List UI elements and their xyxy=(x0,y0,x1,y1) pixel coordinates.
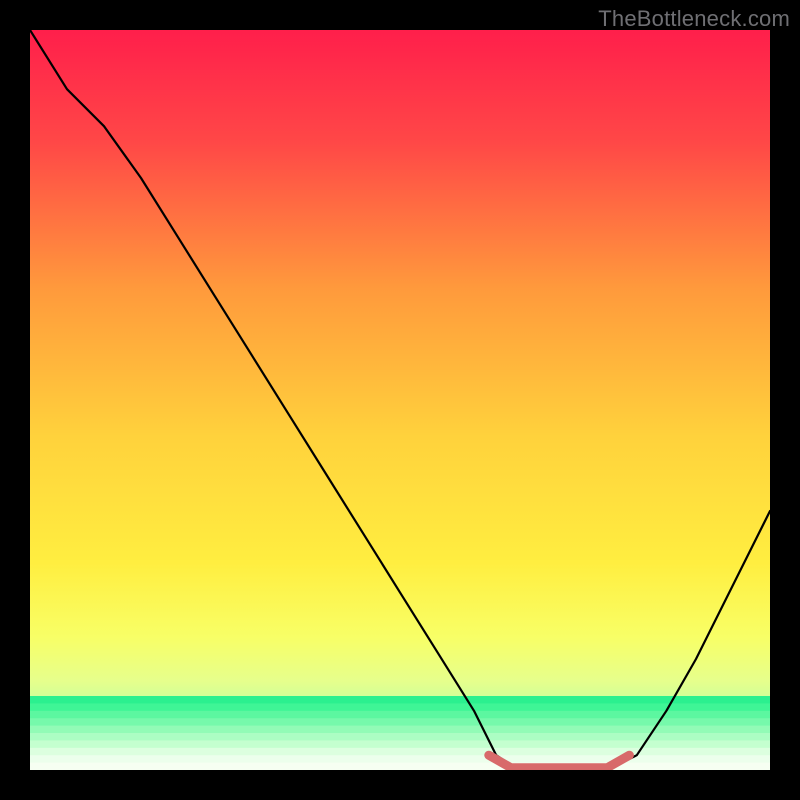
bottleneck-chart xyxy=(30,30,770,770)
plot-area xyxy=(30,30,770,770)
chart-canvas: TheBottleneck.com xyxy=(0,0,800,800)
attribution-text: TheBottleneck.com xyxy=(598,6,790,32)
